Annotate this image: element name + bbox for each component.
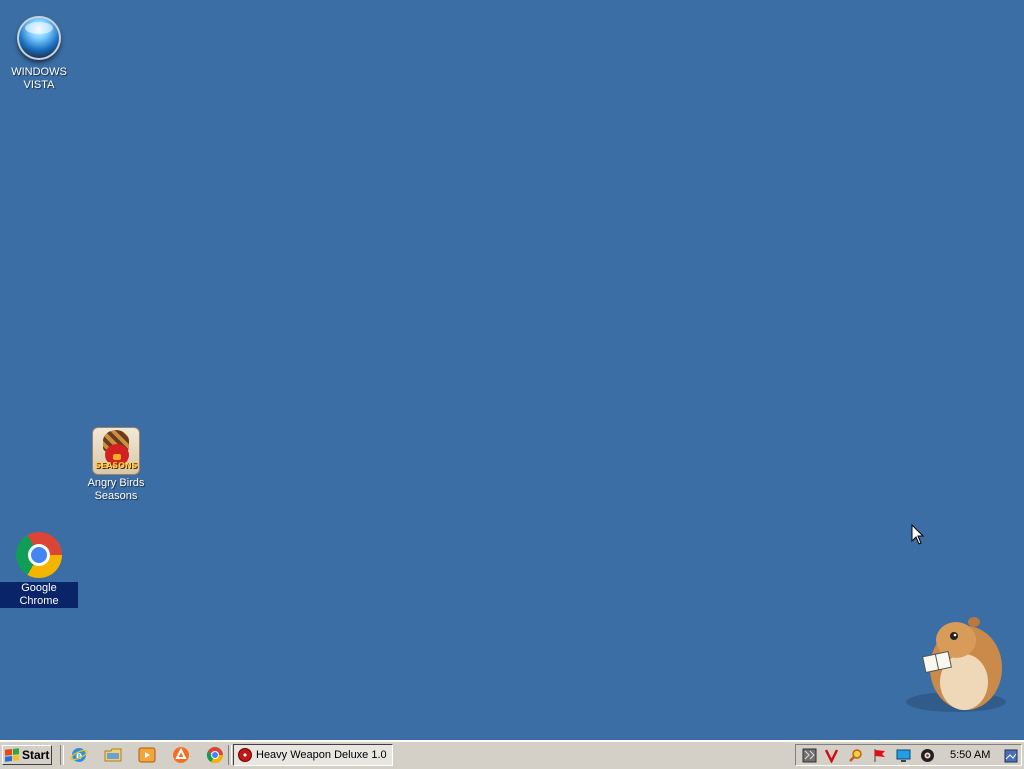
tile-text: SEASONS	[95, 461, 138, 470]
tray-audio-icon[interactable]	[920, 748, 935, 763]
angry-birds-seasons-icon: SEASONS	[92, 427, 140, 475]
tray-network-icon[interactable]	[896, 748, 911, 763]
show-desktop-icon[interactable]	[1004, 749, 1018, 763]
tray-clock[interactable]: 5:50 AM	[950, 749, 990, 761]
tray-flag-icon[interactable]	[872, 748, 887, 763]
internet-explorer-icon[interactable]: e	[70, 746, 88, 764]
desktop-icon-google-chrome[interactable]: Google Chrome	[0, 531, 78, 608]
tray-monitor-icon[interactable]	[802, 748, 817, 763]
folder-icon[interactable]	[104, 746, 122, 764]
start-label: Start	[22, 748, 50, 762]
google-chrome-icon	[15, 532, 63, 580]
hamster-desktop-pet[interactable]	[904, 610, 1014, 720]
desktop-icon-label: WINDOWS VISTA	[11, 66, 67, 91]
desktop-icon-label: Google Chrome	[0, 582, 78, 608]
heavy-weapon-icon	[238, 748, 252, 762]
task-label: Heavy Weapon Deluxe 1.0	[256, 749, 387, 761]
quick-launch-separator	[60, 745, 64, 765]
taskbar: Start e Heavy Weapon Deluxe 1.0 5:50 AM	[0, 740, 1024, 769]
desktop-icon-windows-vista[interactable]: WINDOWS VISTA	[0, 14, 78, 92]
tray-search-icon[interactable]	[848, 748, 863, 763]
media-player-icon[interactable]	[138, 746, 156, 764]
avast-icon[interactable]	[172, 746, 190, 764]
taskbar-button-heavy-weapon[interactable]: Heavy Weapon Deluxe 1.0	[233, 744, 393, 766]
chrome-icon[interactable]	[206, 746, 224, 764]
mouse-cursor	[911, 524, 925, 545]
task-separator	[228, 745, 232, 765]
desktop-icon-label: Angry Birds Seasons	[87, 477, 145, 502]
desktop: WINDOWS VISTA SEASONS Angry Birds Season…	[0, 0, 1024, 740]
system-tray: 5:50 AM	[795, 744, 1022, 766]
start-button[interactable]: Start	[2, 745, 52, 765]
windows-vista-orb-icon	[15, 16, 63, 64]
desktop-icon-angry-birds-seasons[interactable]: SEASONS Angry Birds Seasons	[77, 426, 155, 503]
windows-logo-icon	[5, 748, 19, 762]
tray-v-icon[interactable]	[824, 748, 839, 763]
